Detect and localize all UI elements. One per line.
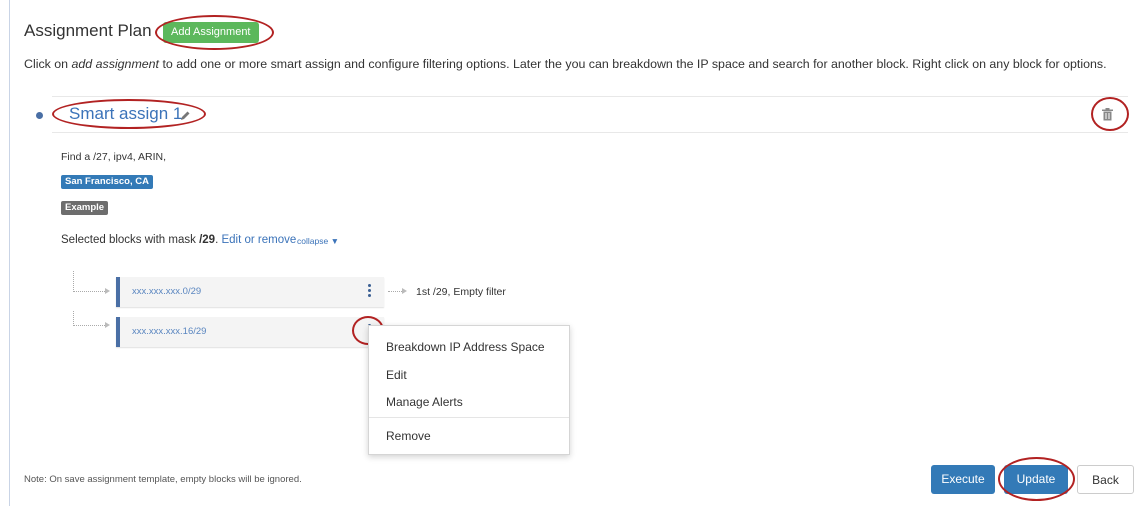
block-description: 1st /29, Empty filter [416,286,506,298]
ip-block[interactable]: xxx.xxx.xxx.0/29 [116,277,384,307]
arrow-icon [105,288,110,294]
back-button[interactable]: Back [1077,465,1134,494]
arrow-icon [402,288,407,294]
tree-connector [73,271,107,292]
filter-description: Find a /27, ipv4, ARIN, [61,151,167,163]
left-rule [9,0,10,506]
add-assignment-button[interactable]: Add Assignment [163,22,259,43]
smart-assign-title[interactable]: Smart assign 1 [69,104,182,124]
block-address: xxx.xxx.xxx.0/29 [132,286,202,297]
menu-item-edit[interactable]: Edit [386,368,407,382]
dot-line [388,291,402,292]
example-label: Example [61,201,109,215]
menu-separator [369,417,569,418]
menu-item-manage-alerts[interactable]: Manage Alerts [386,395,463,409]
menu-item-remove[interactable]: Remove [386,429,431,443]
panel-bullet [36,112,43,119]
panel-header [52,96,1128,133]
kebab-menu-icon[interactable] [368,284,372,300]
trash-icon[interactable] [1102,108,1113,126]
collapse-link[interactable]: collapse ▼ [297,236,339,246]
arrow-icon [105,322,110,328]
block-address: xxx.xxx.xxx.16/29 [132,326,207,337]
edit-or-remove-link[interactable]: Edit or remove [221,234,296,246]
caret-down-icon: ▼ [330,236,339,246]
context-menu: Breakdown IP Address Space Edit Manage A… [368,325,570,455]
location-label: San Francisco, CA [61,175,153,189]
tree-connector [73,311,107,326]
instructions: Click on add assignment to add one or mo… [24,57,1107,71]
page-title: Assignment Plan [24,21,152,40]
pencil-icon[interactable] [180,108,191,126]
footer-note: Note: On save assignment template, empty… [24,474,302,485]
selected-blocks-text: Selected blocks with mask /29. Edit or r… [61,234,297,246]
execute-button[interactable]: Execute [931,465,995,494]
update-button[interactable]: Update [1004,465,1068,494]
menu-item-breakdown[interactable]: Breakdown IP Address Space [386,340,545,354]
ip-block[interactable]: xxx.xxx.xxx.16/29 [116,317,384,347]
